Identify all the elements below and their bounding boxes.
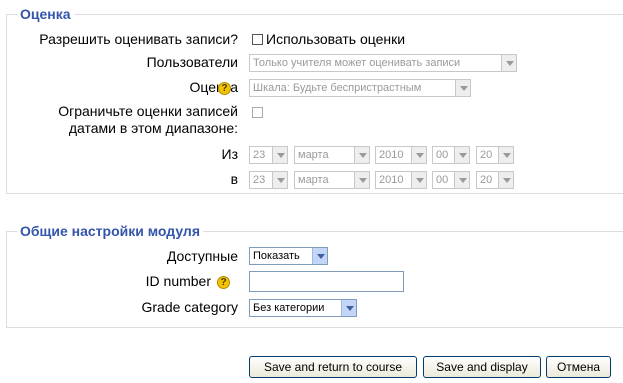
chevron-down-icon [498, 147, 513, 163]
to-month-select[interactable]: марта [294, 171, 370, 189]
from-minute-select[interactable]: 20 [476, 146, 514, 164]
chevron-down-icon [272, 172, 287, 188]
to-month-value: марта [298, 174, 329, 186]
grade-category-select-value: Без категории [253, 302, 325, 314]
grade-category-select[interactable]: Без категории [249, 299, 357, 317]
allow-ratings-label: Разрешить оценивать записи? [39, 31, 238, 47]
chevron-down-icon [341, 300, 356, 316]
users-label: Пользователи [146, 54, 238, 70]
visible-select-value: Показать [253, 250, 300, 262]
chevron-down-icon [454, 172, 469, 188]
chevron-down-icon [354, 172, 369, 188]
chevron-down-icon [498, 172, 513, 188]
to-hour-value: 00 [436, 174, 449, 186]
from-minute-value: 20 [480, 149, 493, 161]
users-select[interactable]: Только учителя может оценивать записи [249, 54, 517, 72]
restrict-label-line2: датами в этом диапазоне: [68, 120, 238, 136]
id-number-input[interactable] [249, 271, 404, 292]
save-return-button[interactable]: Save and return to course [249, 356, 417, 378]
chevron-down-icon [354, 147, 369, 163]
from-label: Из [221, 146, 238, 162]
from-hour-select[interactable]: 00 [432, 146, 470, 164]
visible-select[interactable]: Показать [249, 247, 328, 265]
to-label: в [230, 171, 238, 187]
help-icon[interactable]: ? [217, 276, 230, 289]
to-minute-value: 20 [480, 174, 493, 186]
restrict-dates-checkbox[interactable] [252, 107, 263, 118]
visible-label: Доступные [166, 248, 238, 264]
chevron-down-icon [501, 55, 516, 71]
to-minute-select[interactable]: 20 [476, 171, 514, 189]
help-icon[interactable]: ? [218, 82, 231, 95]
save-display-button[interactable]: Save and display [423, 356, 541, 378]
users-select-value: Только учителя может оценивать записи [253, 57, 461, 69]
module-settings-legend: Общие настройки модуля [17, 223, 203, 239]
grade-category-label: Grade category [141, 299, 239, 315]
restrict-label-line1: Ограничьте оценки записей [58, 103, 238, 119]
chevron-down-icon [454, 147, 469, 163]
from-hour-value: 00 [436, 149, 449, 161]
grade-select-value: Шкала: Будьте беспристрастным [253, 82, 422, 94]
from-year-value: 2010 [379, 149, 404, 161]
to-year-select[interactable]: 2010 [375, 171, 427, 189]
to-day-select[interactable]: 23 [249, 171, 288, 189]
chevron-down-icon [272, 147, 287, 163]
grade-select[interactable]: Шкала: Будьте беспристрастным [249, 79, 471, 97]
chevron-down-icon [411, 147, 426, 163]
cancel-button[interactable]: Отмена [546, 356, 611, 378]
chevron-down-icon [455, 80, 470, 96]
to-year-value: 2010 [379, 174, 404, 186]
to-day-value: 23 [253, 174, 266, 186]
from-year-select[interactable]: 2010 [375, 146, 427, 164]
chevron-down-icon [312, 248, 327, 264]
from-month-select[interactable]: марта [294, 146, 370, 164]
to-hour-select[interactable]: 00 [432, 171, 470, 189]
from-day-select[interactable]: 23 [249, 146, 288, 164]
id-number-label: ID number [145, 273, 211, 289]
use-grades-checkbox[interactable] [252, 34, 263, 45]
from-day-value: 23 [253, 149, 266, 161]
grading-legend: Оценка [17, 6, 74, 22]
from-month-value: марта [298, 149, 329, 161]
chevron-down-icon [411, 172, 426, 188]
use-grades-label: Использовать оценки [266, 31, 406, 47]
